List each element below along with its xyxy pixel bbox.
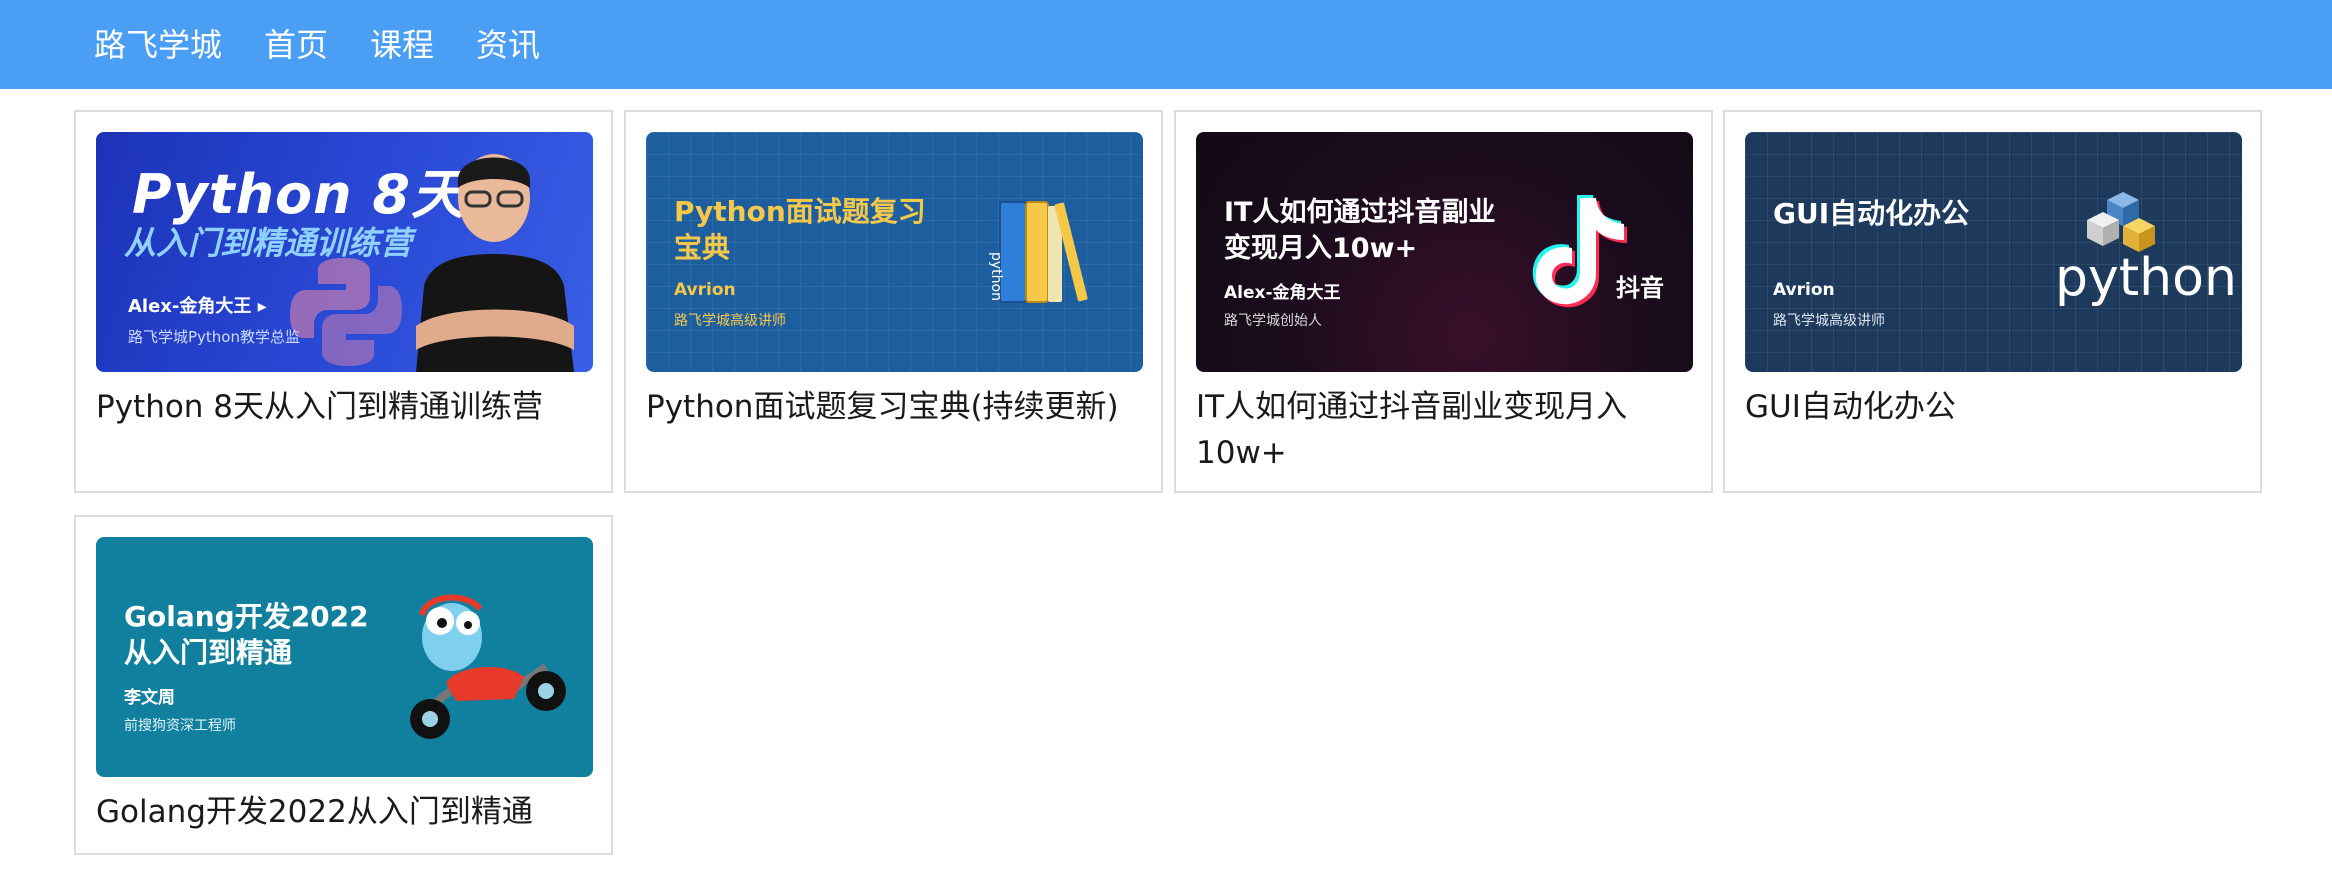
course-card[interactable]: Python 8天 从入门到精通训练营 Alex-金角大王 ▸ 路飞学城Pyth… — [74, 110, 613, 493]
course-title[interactable]: IT人如何通过抖音副业变现月入10w+ — [1196, 384, 1693, 476]
cover-headline: Python面试题复习 — [674, 195, 926, 228]
course-cover-image[interactable]: GUI自动化办公 Avrion 路飞学城高级讲师 python — [1745, 132, 2242, 372]
course-card[interactable]: Python面试题复习 宝典 Avrion 路飞学城高级讲师 python Py… — [624, 110, 1163, 493]
course-cover-image[interactable]: Python面试题复习 宝典 Avrion 路飞学城高级讲师 python — [646, 132, 1143, 372]
course-card[interactable]: Golang开发2022 从入门到精通 李文周 前搜狗资深工程师 Golang开… — [74, 515, 613, 855]
cover-author: Avrion — [1773, 280, 1835, 300]
tiktok-logo-text: 抖音 — [1616, 274, 1664, 302]
course-title[interactable]: Golang开发2022从入门到精通 — [96, 789, 593, 835]
python-wordmark: python — [2055, 248, 2237, 308]
cover-author: Alex-金角大王 ▸ — [128, 296, 267, 317]
cover-author-role: 前搜狗资深工程师 — [124, 718, 236, 734]
course-title[interactable]: GUI自动化办公 — [1745, 384, 2242, 430]
course-cover-image[interactable]: IT人如何通过抖音副业 变现月入10w+ Alex-金角大王 路飞学城创始人 抖… — [1196, 132, 1693, 372]
cover-subheadline: 宝典 — [674, 231, 731, 264]
cover-subheadline: 从入门到精通 — [124, 636, 293, 669]
cover-author: Alex-金角大王 — [1224, 283, 1341, 303]
course-title[interactable]: Python 8天从入门到精通训练营 — [96, 384, 593, 430]
instructor-photo — [416, 154, 574, 372]
cover-author-role: 路飞学城高级讲师 — [674, 313, 786, 329]
course-title[interactable]: Python面试题复习宝典(持续更新) — [646, 384, 1143, 430]
book-spine-label: python — [988, 252, 1004, 301]
gopher-scooter-icon — [410, 594, 566, 739]
cover-author: Avrion — [674, 280, 736, 300]
cover-author: 李文周 — [124, 688, 175, 708]
cover-headline: IT人如何通过抖音副业 — [1224, 197, 1496, 228]
cover-headline: GUI自动化办公 — [1773, 197, 1970, 230]
nav-item-news[interactable]: 资讯 — [476, 29, 540, 61]
top-navbar: 路飞学城 首页 课程 资讯 — [0, 0, 2332, 89]
cover-author-role: 路飞学城高级讲师 — [1773, 313, 1885, 329]
course-card[interactable]: GUI自动化办公 Avrion 路飞学城高级讲师 python GUI自动化办公 — [1723, 110, 2262, 493]
cover-author-role: 路飞学城创始人 — [1224, 313, 1322, 329]
cover-headline: Golang开发2022 — [124, 600, 369, 633]
cover-author-role: 路飞学城Python教学总监 — [128, 328, 300, 346]
course-card[interactable]: IT人如何通过抖音副业 变现月入10w+ Alex-金角大王 路飞学城创始人 抖… — [1174, 110, 1713, 493]
nav-item-home[interactable]: 首页 — [264, 29, 328, 61]
books-icon — [999, 201, 1088, 303]
python-logo-icon — [290, 258, 402, 366]
course-cover-image[interactable]: Golang开发2022 从入门到精通 李文周 前搜狗资深工程师 — [96, 537, 593, 777]
nav-brand[interactable]: 路飞学城 — [94, 29, 222, 61]
nav-item-courses[interactable]: 课程 — [370, 29, 434, 61]
cover-subheadline: 变现月入10w+ — [1224, 233, 1418, 264]
course-cover-image[interactable]: Python 8天 从入门到精通训练营 Alex-金角大王 ▸ 路飞学城Pyth… — [96, 132, 593, 372]
